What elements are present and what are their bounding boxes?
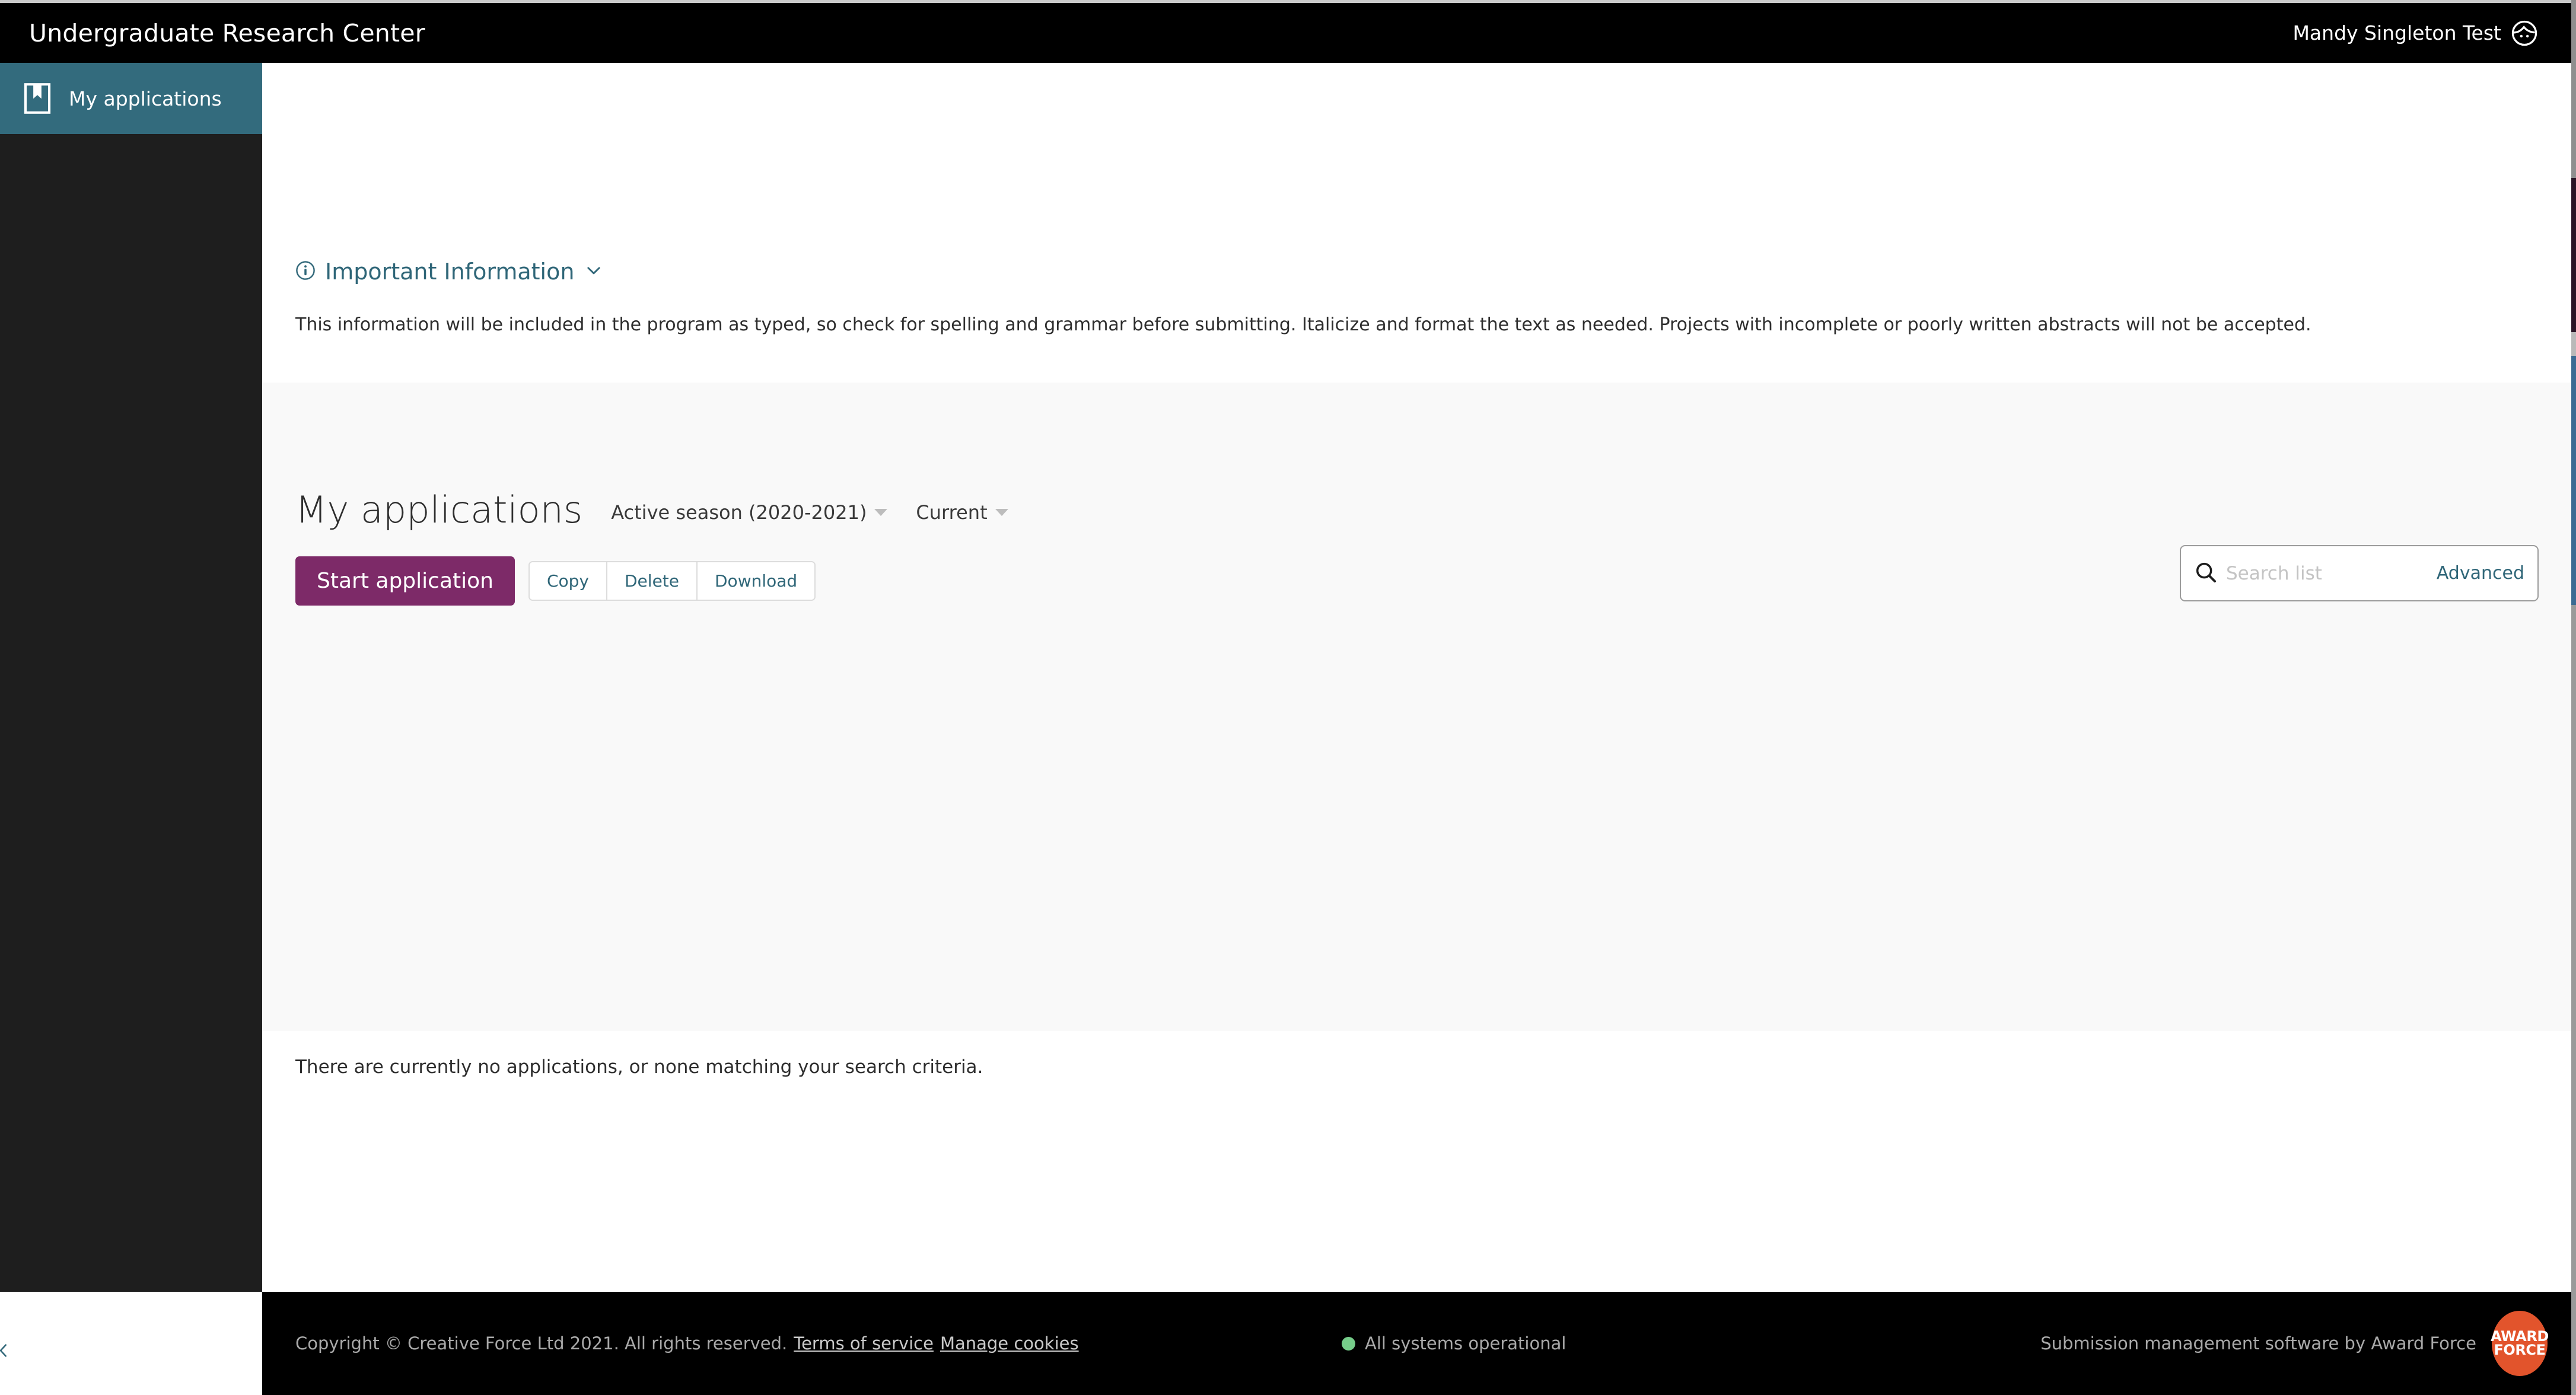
search-icon [2194,560,2218,587]
caret-down-icon [874,509,888,516]
search-bar: Advanced [2180,545,2539,601]
start-application-button[interactable]: Start application [295,556,515,606]
user-face-icon [2511,20,2538,47]
award-force-logo: AWARD FORCE [2491,1311,2549,1376]
important-information-section: Important Information This information w… [295,259,2490,338]
brand-text: Submission management software by Award … [2040,1333,2476,1353]
status-filter-dropdown[interactable]: Current [916,501,1008,524]
caret-down-icon [995,509,1008,516]
copyright-text: Copyright © Creative Force Ltd 2021. All… [295,1333,788,1353]
terms-of-service-link[interactable]: Terms of service [794,1333,934,1353]
sidebar-nav: My applications [0,63,262,1292]
app-header: Undergraduate Research Center Mandy Sing… [0,3,2571,63]
status-text: All systems operational [1365,1333,1566,1353]
action-toolbar: Start application Copy Delete Download [295,556,816,606]
brand-logo-line-2: FORCE [2494,1342,2546,1358]
download-button[interactable]: Download [698,562,815,600]
search-input[interactable] [2226,562,2428,584]
status-filter-label: Current [916,501,988,524]
system-status[interactable]: All systems operational [1342,1333,1566,1353]
season-filter-label: Active season (2020-2021) [611,501,867,524]
copyright-block: Copyright © Creative Force Ltd 2021. All… [295,1333,1079,1353]
window-right-edge[interactable] [2571,0,2576,1395]
user-name-label: Mandy Singleton Test [2292,21,2501,44]
advanced-search-link[interactable]: Advanced [2437,563,2524,584]
important-information-title: Important Information [325,259,575,285]
chevron-down-icon [584,260,604,283]
app-footer: Copyright © Creative Force Ltd 2021. All… [262,1292,2571,1395]
sidebar-item-label: My applications [69,87,222,110]
manage-cookies-link[interactable]: Manage cookies [940,1333,1079,1353]
app-title: Undergraduate Research Center [29,18,425,47]
main-content: Important Information This information w… [262,63,2571,1292]
important-information-toggle[interactable]: Important Information [295,259,604,285]
user-menu-button[interactable]: Mandy Singleton Test [2292,20,2538,47]
applications-header: My applications Active season (2020-2021… [295,492,1008,528]
page-title: My applications [295,488,583,531]
sidebar-item-my-applications[interactable]: My applications [0,63,262,134]
empty-state-message: There are currently no applications, or … [295,1056,983,1078]
status-indicator-dot [1342,1336,1355,1351]
bulk-actions-group: Copy Delete Download [528,561,816,601]
chevron-left-icon [0,1342,12,1362]
sidebar-collapse-button[interactable] [0,1332,23,1371]
delete-button[interactable]: Delete [607,562,698,600]
applications-panel: My applications Active season (2020-2021… [262,383,2571,1078]
important-information-body: This information will be included in the… [295,314,2311,335]
copy-button[interactable]: Copy [529,562,607,600]
brand-block[interactable]: Submission management software by Award … [2040,1311,2549,1376]
info-circle-icon [295,260,316,283]
bookmark-icon [24,83,51,114]
season-filter-dropdown[interactable]: Active season (2020-2021) [611,501,888,524]
